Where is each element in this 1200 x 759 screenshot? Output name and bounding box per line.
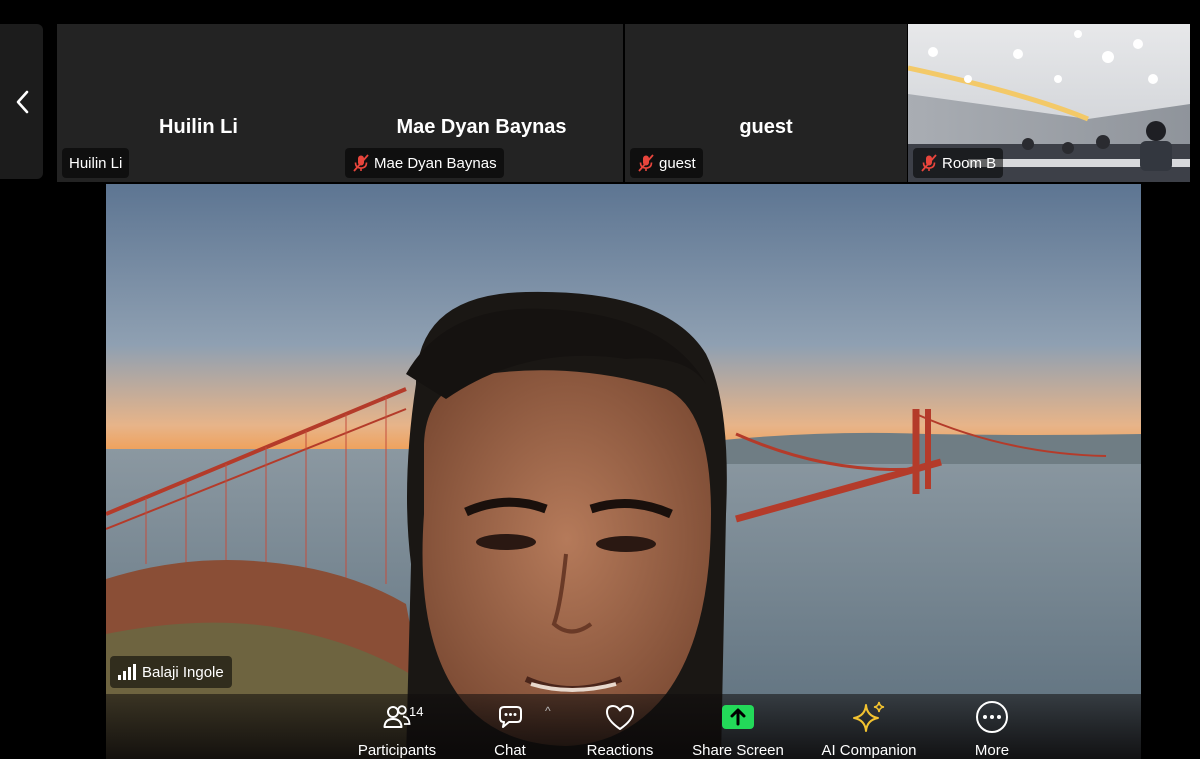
meeting-controls-toolbar: 14 Participants Chat ^ Reactions Share S…	[106, 694, 1141, 759]
participants-count: 14	[409, 704, 424, 719]
chat-icon	[490, 700, 530, 734]
virtual-background-golden-gate	[106, 184, 1141, 759]
active-speaker-video: Balaji Ingole	[106, 184, 1141, 759]
participant-tile[interactable]: Mae Dyan Baynas Mae Dyan Baynas	[340, 24, 623, 182]
speaker-name-tag: Balaji Ingole	[110, 656, 232, 688]
speaker-name-label: Balaji Ingole	[142, 663, 224, 681]
more-label: More	[974, 742, 1010, 759]
chat-options-caret-icon[interactable]: ^	[545, 704, 551, 718]
zoom-meeting-window: Huilin Li Huilin Li Mae Dyan Baynas Mae …	[0, 0, 1200, 759]
participants-label: Participants	[357, 742, 437, 759]
ai-companion-button[interactable]: AI Companion	[814, 694, 924, 759]
participant-name-label: Huilin Li	[69, 154, 123, 172]
participant-name-tag: guest	[630, 148, 703, 178]
participants-button[interactable]: 14 Participants	[352, 694, 442, 759]
participant-name-label: guest	[659, 154, 696, 172]
participant-display-name: Mae Dyan Baynas	[396, 116, 567, 138]
participant-display-name: guest	[739, 116, 793, 138]
share-screen-icon	[718, 700, 758, 734]
chat-button[interactable]: Chat	[470, 694, 550, 759]
sparkle-icon	[849, 700, 889, 734]
participant-name-label: Room B	[942, 154, 997, 172]
participant-name-tag: Room B	[913, 148, 1004, 178]
participant-name-tag: Mae Dyan Baynas	[345, 148, 504, 178]
chat-label: Chat	[494, 742, 526, 759]
mic-muted-icon	[352, 154, 370, 172]
participant-tile[interactable]: Huilin Li Huilin Li	[57, 24, 340, 182]
heart-icon	[600, 700, 640, 734]
signal-strength-icon	[118, 664, 136, 680]
reactions-button[interactable]: Reactions	[578, 694, 662, 759]
previous-page-button[interactable]	[0, 24, 43, 179]
chevron-left-icon	[16, 90, 28, 113]
participant-display-name: Huilin Li	[159, 116, 238, 138]
share-screen-label: Share Screen	[692, 742, 784, 759]
share-screen-button[interactable]: Share Screen	[688, 694, 788, 759]
more-button[interactable]: More	[952, 694, 1032, 759]
participant-tile-video[interactable]: Room B	[908, 24, 1190, 182]
mic-muted-icon	[637, 154, 655, 172]
mic-muted-icon	[920, 154, 938, 172]
reactions-label: Reactions	[586, 742, 654, 759]
participant-tile[interactable]: guest guest	[625, 24, 907, 182]
participant-name-label: Mae Dyan Baynas	[374, 154, 497, 172]
ai-companion-label: AI Companion	[821, 742, 917, 759]
participants-icon: 14	[377, 700, 423, 734]
more-icon	[972, 700, 1012, 734]
participant-name-tag: Huilin Li	[62, 148, 130, 178]
